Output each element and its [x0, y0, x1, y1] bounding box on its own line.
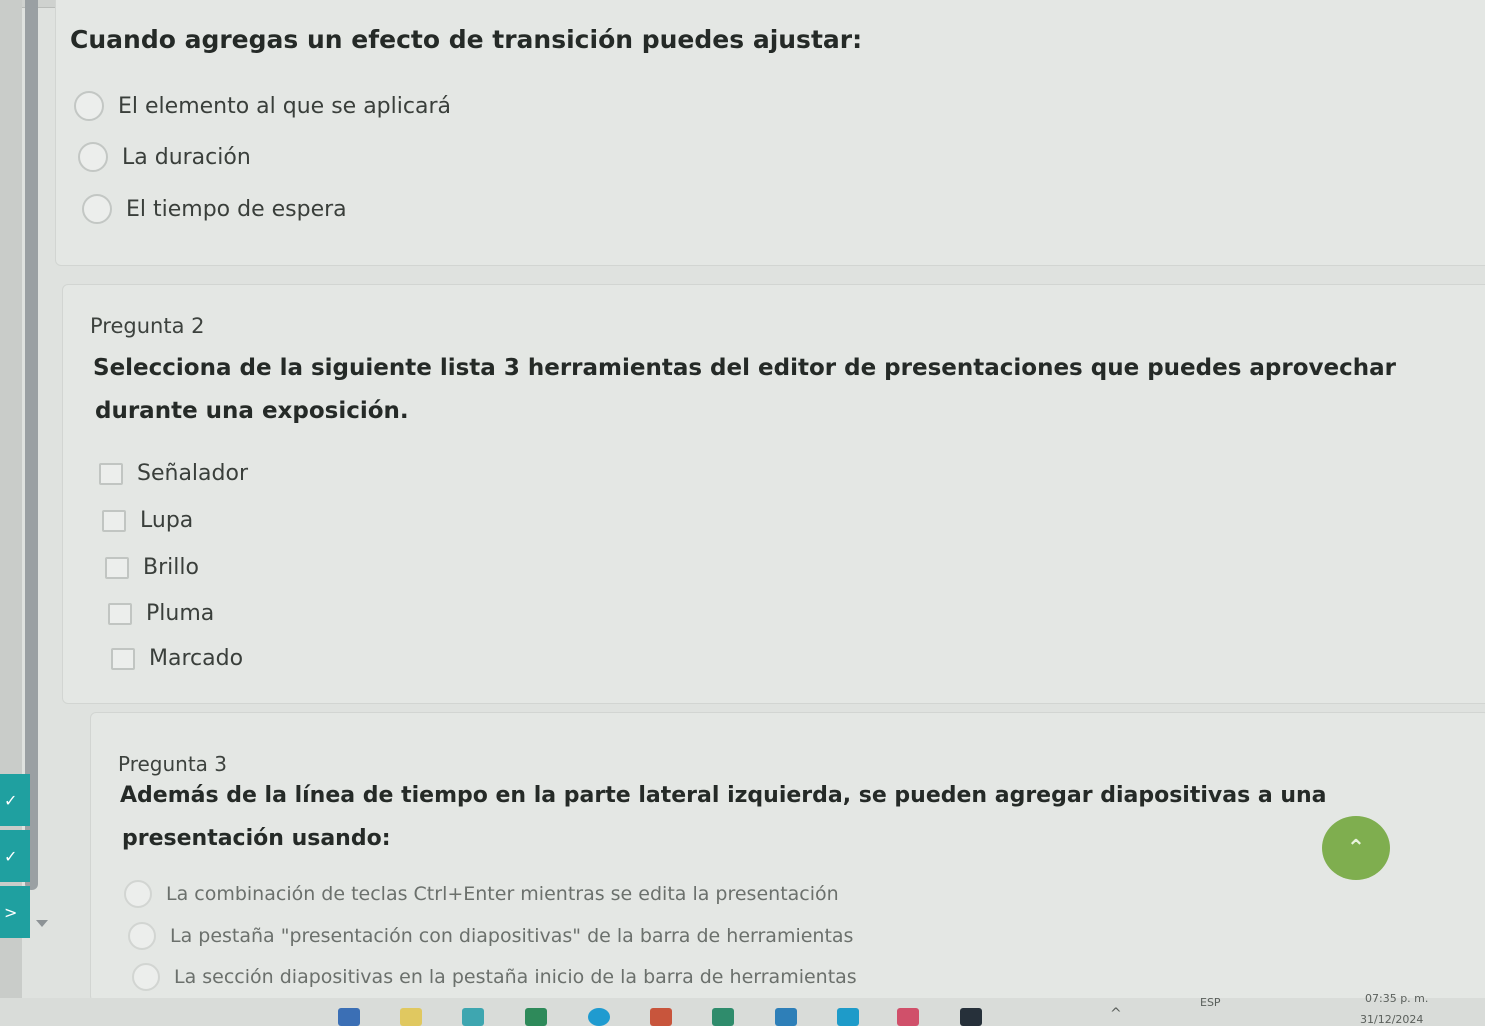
question-2-option[interactable]: Marcado [111, 646, 243, 671]
option-label: La combinación de teclas Ctrl+Enter mien… [166, 883, 839, 905]
option-label: El tiempo de espera [126, 196, 347, 222]
check-icon: ✓ [4, 790, 18, 810]
taskbar [0, 998, 1485, 1026]
excel-app-icon[interactable] [525, 1008, 547, 1026]
double-chevron-up-icon: ⌃ [1346, 835, 1366, 861]
nav-question-done[interactable]: ✓ [0, 830, 30, 882]
tray-chevron-icon[interactable]: ^ [1110, 1006, 1122, 1022]
clock-date[interactable]: 31/12/2024 [1360, 1013, 1423, 1026]
option-label: Señalador [137, 461, 248, 486]
chevron-right-icon: > [4, 902, 18, 922]
app-l-icon[interactable] [837, 1008, 859, 1026]
question-2-option[interactable]: Pluma [108, 601, 214, 626]
checkbox[interactable] [111, 647, 135, 670]
nav-question-done[interactable]: ✓ [0, 774, 30, 826]
dropbox-icon[interactable] [960, 1008, 982, 1026]
publisher-app-icon[interactable] [712, 1008, 734, 1026]
radio-button[interactable] [82, 194, 112, 224]
option-label: La pestaña "presentación con diapositiva… [170, 925, 854, 947]
question-2-option[interactable]: Lupa [102, 508, 193, 533]
store-icon[interactable] [775, 1008, 797, 1026]
scrollbar[interactable] [25, 0, 38, 890]
radio-button[interactable] [74, 91, 104, 121]
question-2-title-line2: durante una exposición. [95, 398, 409, 424]
option-label: La sección diapositivas en la pestaña in… [174, 966, 857, 988]
clock-time[interactable]: 07:35 p. m. [1365, 992, 1428, 1005]
option-label: Brillo [143, 555, 199, 580]
question-1-title: Cuando agregas un efecto de transición p… [70, 25, 863, 54]
radio-button[interactable] [128, 922, 156, 950]
file-explorer-icon[interactable] [400, 1008, 422, 1026]
question-3-option[interactable]: La combinación de teclas Ctrl+Enter mien… [124, 880, 839, 908]
radio-button[interactable] [124, 880, 152, 908]
browser-icon[interactable] [462, 1008, 484, 1026]
powerpoint-app-icon[interactable] [650, 1008, 672, 1026]
option-label: La duración [122, 144, 251, 170]
option-label: Pluma [146, 601, 215, 626]
question-2-label: Pregunta 2 [90, 314, 205, 338]
question-2-title-line1: Selecciona de la siguiente lista 3 herra… [93, 355, 1396, 381]
question-2-option[interactable]: Señalador [99, 461, 248, 486]
option-label: El elemento al que se aplicará [118, 93, 451, 119]
question-3-title-line1: Además de la línea de tiempo en la parte… [120, 783, 1327, 808]
word-app-icon[interactable] [338, 1008, 360, 1026]
checkbox[interactable] [99, 462, 123, 485]
nav-next[interactable]: > [0, 886, 30, 938]
mail-icon[interactable] [897, 1008, 919, 1026]
question-3-option[interactable]: La sección diapositivas en la pestaña in… [132, 963, 857, 991]
check-icon: ✓ [4, 846, 18, 866]
radio-button[interactable] [78, 142, 108, 172]
radio-button[interactable] [132, 963, 160, 991]
edge-icon[interactable] [588, 1008, 610, 1026]
question-3-title-line2: presentación usando: [122, 826, 391, 851]
question-1-option[interactable]: La duración [78, 142, 251, 172]
question-2-option[interactable]: Brillo [105, 555, 199, 580]
question-3-label: Pregunta 3 [118, 752, 228, 776]
question-3-option[interactable]: La pestaña "presentación con diapositiva… [128, 922, 853, 950]
scroll-down-arrow-icon[interactable] [36, 920, 48, 927]
question-1-option[interactable]: El tiempo de espera [82, 194, 347, 224]
checkbox[interactable] [102, 509, 126, 532]
scroll-to-top-button[interactable]: ⌃ [1322, 816, 1390, 880]
question-1-option[interactable]: El elemento al que se aplicará [74, 91, 451, 121]
language-indicator[interactable]: ESP [1200, 996, 1221, 1009]
option-label: Lupa [140, 508, 194, 533]
checkbox[interactable] [105, 556, 129, 579]
checkbox[interactable] [108, 602, 132, 625]
option-label: Marcado [149, 646, 244, 671]
